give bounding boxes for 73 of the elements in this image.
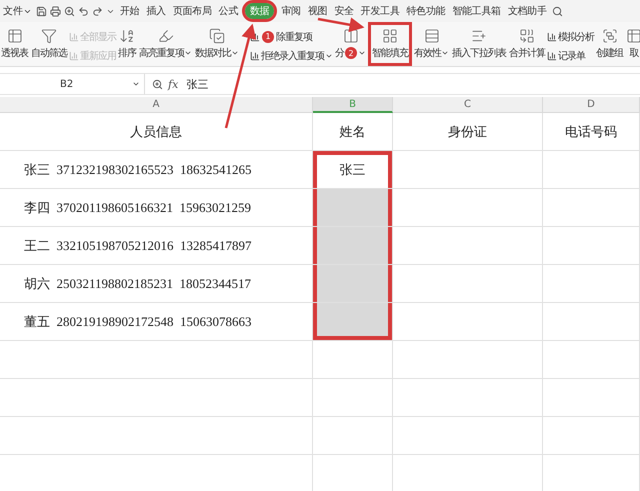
- tool-icon: [69, 50, 79, 60]
- table-cell: 姓名: [313, 113, 393, 151]
- table-cell: 张三 371232198302165523 18632541265: [0, 151, 313, 189]
- ribbon-button[interactable]: 排序: [117, 22, 137, 66]
- ribbon-tab[interactable]: 插入: [143, 3, 169, 19]
- tool-icon: [6, 28, 22, 44]
- zoom-icon[interactable]: [63, 6, 76, 16]
- ribbon-tab[interactable]: 智能工具箱: [449, 3, 504, 19]
- tool-icon: [41, 28, 57, 44]
- step-badge: 2: [345, 47, 357, 59]
- tool-icon: [626, 28, 640, 44]
- tool-icon: [424, 28, 440, 44]
- ribbon-tab[interactable]: 公式: [216, 3, 242, 19]
- tool-icon: [602, 28, 618, 44]
- undo-icon[interactable]: [77, 6, 90, 16]
- table-cell: 身份证: [393, 113, 543, 151]
- tool-icon: [209, 28, 225, 44]
- ribbon-button[interactable]: 智能填充: [368, 22, 412, 66]
- ribbon-button[interactable]: 高亮重复项: [138, 22, 193, 66]
- ribbon-button[interactable]: 自动筛选: [30, 22, 68, 66]
- name-box[interactable]: B2: [0, 74, 145, 94]
- formula-input[interactable]: 张三: [186, 76, 208, 92]
- redo-icon[interactable]: [91, 6, 104, 16]
- column-header[interactable]: D: [543, 97, 640, 113]
- table-cell: 张三: [313, 151, 393, 189]
- annotation-arrow: [318, 17, 364, 32]
- ribbon-button[interactable]: 创建组: [595, 22, 624, 66]
- ribbon-button[interactable]: 透视表: [0, 22, 29, 66]
- ribbon-tab[interactable]: 特色功能: [403, 3, 448, 19]
- function-label[interactable]: fx: [168, 78, 178, 90]
- tool-icon: [250, 50, 260, 60]
- ribbon-tab[interactable]: 审阅: [278, 3, 304, 19]
- ribbon-button[interactable]: 1 除重复项: [250, 30, 333, 44]
- column-header[interactable]: A: [0, 97, 313, 113]
- ribbon-button[interactable]: 数据对比: [194, 22, 240, 66]
- search-icon[interactable]: [550, 6, 564, 16]
- table-cell: 董五 280219198902172548 15063078663: [0, 303, 313, 341]
- ribbon-tab[interactable]: 开始: [117, 3, 142, 19]
- tool-icon: [547, 50, 557, 60]
- ribbon-button[interactable]: 合并计算: [508, 22, 546, 66]
- ribbon-button[interactable]: 拒绝录入重复项: [250, 48, 333, 62]
- tool-icon: [382, 28, 398, 44]
- tool-icon: [119, 28, 135, 44]
- column-header[interactable]: C: [393, 97, 543, 113]
- tool-icon: [342, 28, 358, 44]
- step-badge: 1: [262, 30, 274, 42]
- ribbon-tab[interactable]: 安全: [331, 3, 357, 19]
- printer-icon[interactable]: [49, 6, 62, 16]
- tool-icon: [547, 32, 557, 42]
- ribbon-button[interactable]: 插入下拉列表: [451, 22, 507, 66]
- zoom-icon[interactable]: [151, 78, 164, 90]
- ribbon-button[interactable]: 取: [625, 22, 640, 66]
- ribbon-button[interactable]: 记录单: [547, 48, 594, 62]
- save-icon[interactable]: [35, 6, 48, 16]
- tool-icon: [471, 28, 487, 44]
- ribbon-tab[interactable]: 开发工具: [358, 3, 402, 19]
- tool-icon: [69, 32, 79, 42]
- file-menu[interactable]: 文件: [1, 4, 34, 18]
- table-cell: 李四 370201198605166321 15963021259: [0, 189, 313, 227]
- ribbon-button[interactable]: 模拟分析: [547, 30, 594, 44]
- table-cell: 人员信息: [0, 113, 313, 151]
- tool-icon: [519, 28, 535, 44]
- table-cell: 胡六 250321198802185231 18052344517: [0, 265, 313, 303]
- ribbon-button[interactable]: 分 2: [334, 22, 367, 66]
- ribbon-button[interactable]: 有效性: [413, 22, 450, 66]
- ribbon-tab[interactable]: 页面布局: [170, 3, 215, 19]
- ribbon-tab[interactable]: 数据: [245, 3, 274, 19]
- tool-icon: [158, 28, 174, 44]
- table-cell: 王二 332105198705212016 13285417897: [0, 227, 313, 265]
- ribbon-tab[interactable]: 文档助手: [504, 3, 550, 19]
- ribbon-tab[interactable]: 视图: [304, 3, 330, 19]
- tool-icon: [250, 32, 260, 42]
- table-cell: 电话号码: [543, 113, 640, 151]
